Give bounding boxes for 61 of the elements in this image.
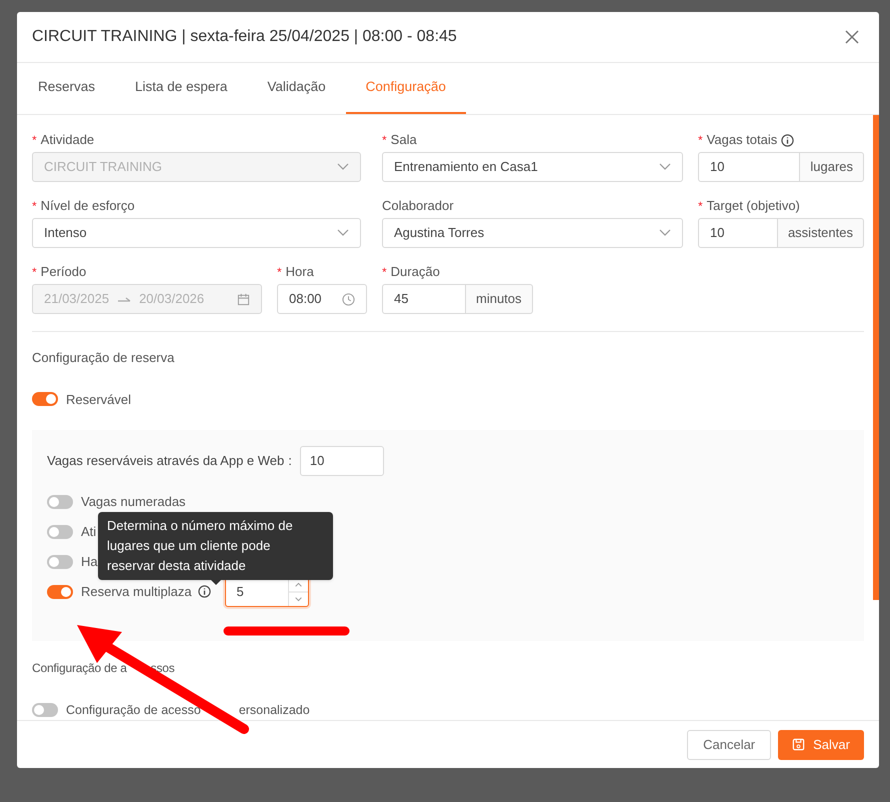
field-label: Colaborador [382,197,454,216]
toggle-switch[interactable] [32,703,58,718]
required-mark: * [32,132,37,149]
toggle-switch[interactable] [47,524,73,538]
toggle-label: Reserva multiplaza [81,582,192,601]
toggle-switch[interactable] [47,584,73,598]
field-label: Nível de esforço [40,197,135,216]
field-label: Vagas totais [706,131,778,150]
toggle-switch[interactable] [47,554,73,568]
toggle-label: Configuração de acesso [66,702,201,719]
field-label: Vagas reserváveis através da App e Web [47,452,284,470]
arrow-icon [117,295,132,303]
field-label: Hora [286,263,314,282]
required-mark: * [32,198,37,215]
unit-label: lugares [800,152,864,182]
unit-label: assistentes [778,218,864,248]
toggle-switch[interactable] [32,392,58,406]
toggle-label: Ha [81,552,98,571]
toggle-label: Reservável [66,390,132,408]
select-field[interactable]: Agustina Torres [382,218,683,248]
toggle-switch[interactable] [47,494,73,508]
colon: : [288,452,292,470]
section-title: Configuração de a [32,660,127,677]
tab[interactable]: Reservas [18,63,116,114]
unit-label: minutos [466,284,533,314]
required-mark: * [32,264,37,281]
required-mark: * [382,264,387,281]
input-field[interactable]: 10 [698,152,800,182]
calendar-icon [237,292,250,306]
select-field[interactable]: Intenso [32,218,361,248]
save-icon [792,738,806,751]
required-mark: * [277,264,282,281]
required-mark: * [382,132,387,149]
cancel-button[interactable]: Cancelar [687,730,772,760]
chevron-icon [659,163,671,171]
field-label: Atividade [40,131,94,150]
select-field[interactable]: Entrenamiento en Casa1 [382,152,683,182]
field-label: Target (objetivo) [706,197,800,216]
toggle-label: ersonalizado [238,702,310,719]
field-label: Duração [390,263,440,282]
clock-icon [342,292,355,306]
required-mark: * [698,132,703,149]
time-field[interactable]: 08:00 [277,284,367,314]
input-field[interactable]: 10 [300,446,384,476]
tab[interactable]: Validação [247,63,346,114]
input-field[interactable]: 10 [698,218,778,248]
tooltip-text: Determina o número máximo de lugares que um cliente pode reservar desta atividade [107,517,294,575]
field-label: Sala [390,131,417,150]
chevron-icon [659,229,671,237]
close-icon[interactable] [845,29,861,45]
toggle-label: Vagas numeradas [81,492,186,511]
section-title: Configuração de reserva [32,349,176,367]
chevron-icon [337,163,349,171]
dialog-title: CIRCUIT TRAINING | sexta-feira 25/04/2025 | 08:00 - 08:45 [32,27,457,47]
scrollbar[interactable] [873,115,879,600]
tab[interactable]: Lista de espera [115,63,248,114]
required-mark: * [698,198,703,215]
toggle-label: Ati [81,522,96,541]
field-label: Período [40,263,86,282]
input-field[interactable]: 45 [382,284,466,314]
chevron-icon [337,229,349,237]
